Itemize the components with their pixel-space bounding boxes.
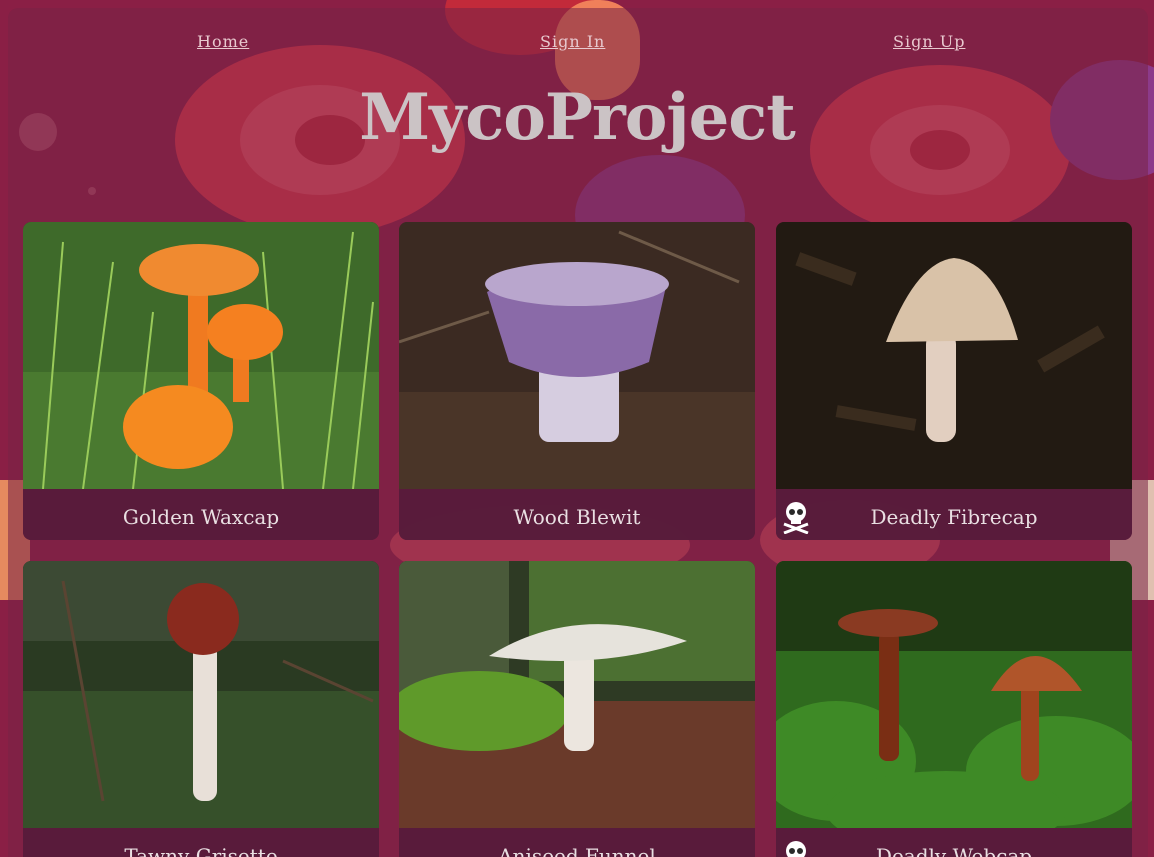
mushroom-card[interactable]: Golden Waxcap	[23, 222, 379, 540]
mushroom-photo	[399, 222, 755, 489]
mushroom-photo	[399, 561, 755, 828]
mushroom-name: Deadly Fibrecap	[776, 489, 1132, 540]
mushroom-name: Tawny Grisette	[23, 828, 379, 857]
mushroom-name: Wood Blewit	[399, 489, 755, 540]
nav-home-link[interactable]: Home	[197, 32, 249, 51]
top-navigation: Home Sign In Sign Up	[8, 22, 1148, 62]
mushroom-name: Aniseed Funnel	[399, 828, 755, 857]
skull-crossbones-icon	[783, 502, 809, 534]
mushroom-photo	[23, 561, 379, 828]
site-title: MycoProject	[359, 80, 796, 155]
mushroom-card[interactable]: Deadly Webcap	[776, 561, 1132, 857]
mushroom-card[interactable]: Wood Blewit	[399, 222, 755, 540]
mushroom-card[interactable]: Aniseed Funnel	[399, 561, 755, 857]
mushroom-card[interactable]: Tawny Grisette	[23, 561, 379, 857]
mushroom-name: Deadly Webcap	[776, 828, 1132, 857]
nav-sign-in-link[interactable]: Sign In	[540, 32, 605, 51]
mushroom-card[interactable]: Deadly Fibrecap	[776, 222, 1132, 540]
skull-crossbones-icon	[786, 841, 806, 857]
mushroom-photo	[776, 222, 1132, 489]
nav-sign-up-link[interactable]: Sign Up	[893, 32, 965, 51]
mushroom-name: Golden Waxcap	[23, 489, 379, 540]
mushroom-photo	[23, 222, 379, 489]
mushroom-photo	[776, 561, 1132, 828]
